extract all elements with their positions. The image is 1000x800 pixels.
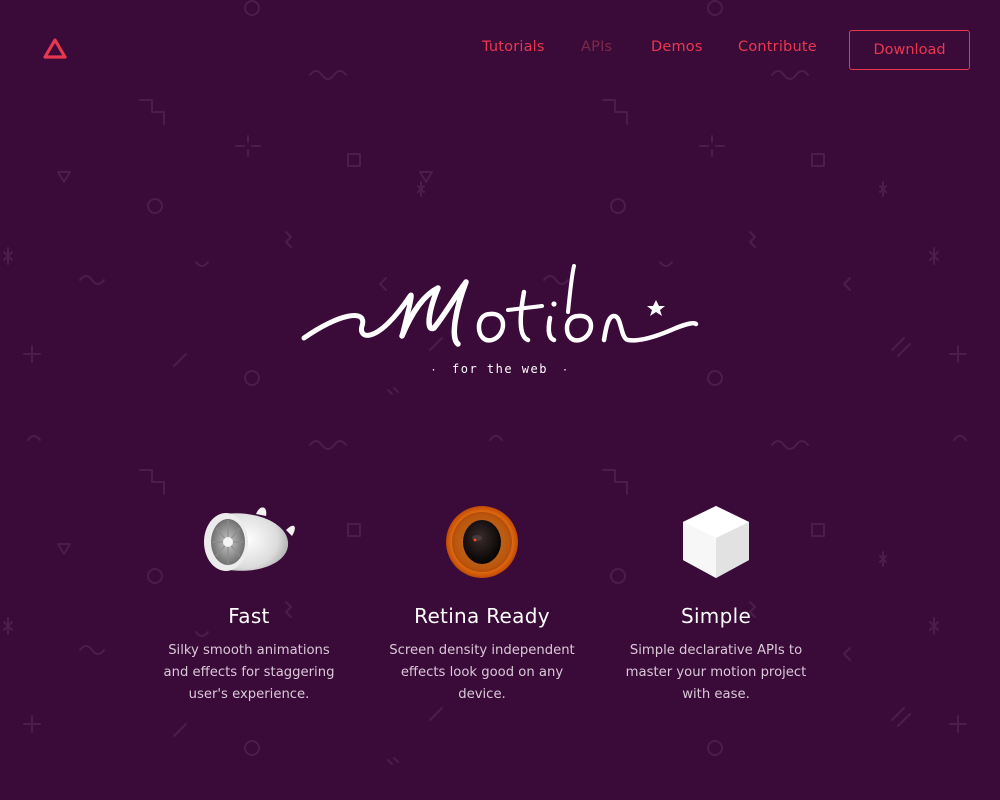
feature-fast-title: Fast — [228, 604, 270, 628]
feature-retina-ready: Retina Ready Screen density independent … — [382, 500, 582, 706]
nav-link-contribute[interactable]: Contribute — [738, 39, 817, 55]
tagline-text: for the web — [452, 362, 548, 376]
page: Tutorials APIs Demos Contribute Download — [0, 0, 1000, 800]
triangle-logo-icon[interactable] — [42, 37, 68, 61]
cube-icon — [683, 506, 749, 578]
tagline: · for the web · — [0, 362, 1000, 376]
nav-link-apis[interactable]: APIs — [581, 39, 612, 55]
feature-simple: Simple Simple declarative APIs to master… — [616, 500, 816, 706]
eye-lens-icon — [446, 506, 518, 578]
tagline-dot-left: · — [430, 365, 438, 376]
motion-wordmark-logo — [301, 264, 699, 347]
hero: · for the web · — [0, 240, 1000, 400]
feature-fast: Fast Silky smooth animations and effects… — [149, 500, 349, 706]
features-section: Fast Silky smooth animations and effects… — [0, 500, 1000, 730]
top-navigation: Tutorials APIs Demos Contribute Download — [0, 0, 1000, 100]
download-button[interactable]: Download — [849, 30, 970, 70]
feature-retina-title: Retina Ready — [414, 604, 550, 628]
tagline-dot-right: · — [561, 365, 570, 376]
feature-simple-description: Simple declarative APIs to master your m… — [625, 643, 807, 702]
feature-simple-icon-wrap — [661, 500, 771, 584]
nav-link-tutorials[interactable]: Tutorials — [482, 39, 545, 55]
jet-engine-icon — [204, 507, 295, 571]
feature-fast-icon-wrap — [194, 500, 304, 584]
nav-link-demos[interactable]: Demos — [651, 39, 703, 55]
feature-simple-title: Simple — [680, 604, 752, 628]
feature-retina-icon-wrap — [427, 500, 537, 584]
feature-fast-description: Silky smooth animations and effects for … — [163, 643, 335, 702]
feature-retina-description: Screen density independent effects look … — [389, 643, 575, 702]
